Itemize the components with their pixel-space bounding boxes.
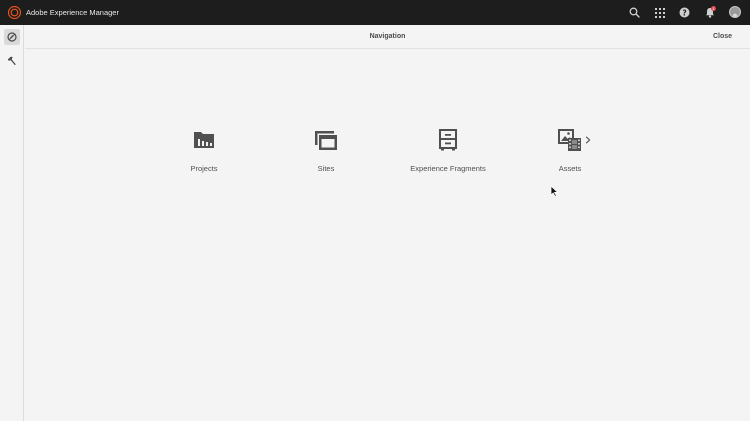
- assets-icon: [558, 129, 581, 151]
- nav-item-label: Sites: [317, 164, 335, 173]
- nav-item-label: Experience Fragments: [410, 164, 486, 173]
- nav-item-label: Projects: [190, 164, 218, 173]
- page-title: Navigation: [369, 33, 406, 40]
- navigation-rail-button[interactable]: [4, 29, 20, 45]
- chevron-right-icon[interactable]: [585, 136, 591, 144]
- nav-item-projects[interactable]: Projects: [159, 126, 249, 182]
- tools-rail-button[interactable]: [4, 53, 20, 69]
- close-button[interactable]: Close: [713, 25, 732, 49]
- nav-item-sites[interactable]: Sites: [281, 126, 371, 182]
- notification-badge: 1: [711, 6, 716, 11]
- search-icon[interactable]: [628, 6, 641, 19]
- avatar[interactable]: [729, 6, 741, 18]
- navigation-header: Navigation Close: [25, 25, 750, 49]
- top-bar: Adobe Experience Manager ? 1: [0, 0, 750, 25]
- mouse-cursor-icon: [550, 185, 559, 197]
- experience-fragments-icon: [439, 129, 457, 151]
- help-icon[interactable]: ?: [678, 6, 691, 19]
- aem-logo-icon[interactable]: [8, 6, 21, 19]
- projects-folder-icon: [194, 132, 214, 148]
- navigation-icon: [7, 32, 17, 42]
- nav-item-assets[interactable]: Assets: [525, 126, 615, 182]
- tools-hammer-icon: [7, 56, 16, 66]
- nav-item-experience-fragments[interactable]: Experience Fragments: [403, 126, 493, 182]
- left-rail: [0, 25, 24, 421]
- svg-text:?: ?: [682, 8, 686, 17]
- sites-icon: [315, 131, 337, 150]
- app-title[interactable]: Adobe Experience Manager: [26, 0, 119, 25]
- nav-item-label: Assets: [558, 164, 582, 173]
- apps-grid-icon[interactable]: [653, 6, 666, 19]
